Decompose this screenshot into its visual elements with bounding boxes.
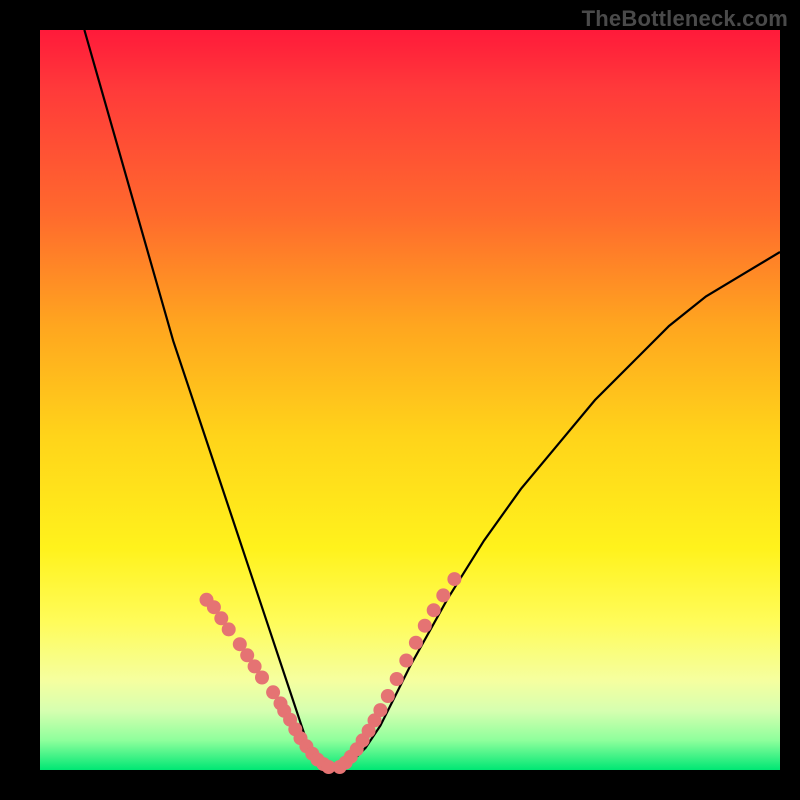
curve-marker (436, 588, 450, 602)
curve-marker (222, 622, 236, 636)
plot-area (40, 30, 780, 770)
watermark-label: TheBottleneck.com (582, 6, 788, 32)
curve-marker (390, 672, 404, 686)
curve-marker (447, 572, 461, 586)
curve-marker (427, 603, 441, 617)
curve-marker (381, 689, 395, 703)
chart-frame: TheBottleneck.com (0, 0, 800, 800)
curve-marker (255, 671, 269, 685)
curve-marker (409, 636, 423, 650)
marker-cluster-left (200, 593, 336, 774)
curve-marker (399, 654, 413, 668)
bottleneck-curve (84, 30, 780, 770)
curve-marker (373, 703, 387, 717)
curve-marker (418, 619, 432, 633)
marker-cluster-right (333, 572, 462, 774)
bottleneck-curve-svg (40, 30, 780, 770)
